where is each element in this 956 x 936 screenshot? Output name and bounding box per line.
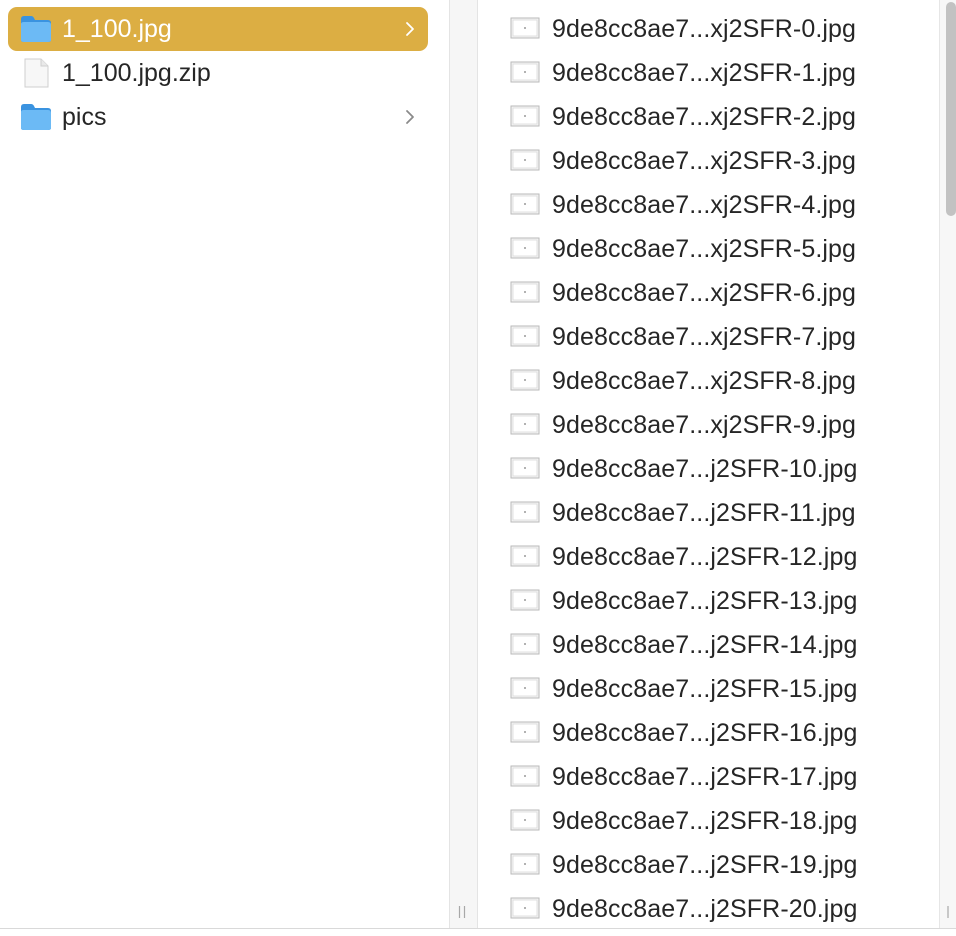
folder-row-pics[interactable]: pics [8,95,428,139]
parent-column: 1_100.jpg 1_100.jpg.zip pics [0,0,450,928]
column-divider [449,0,478,928]
image-file-icon [510,105,540,127]
file-row[interactable]: 9de8cc8ae7...xj2SFR-6.jpg [478,271,940,315]
file-row-1_100-jpg-zip[interactable]: 1_100.jpg.zip [8,51,428,95]
file-row[interactable]: 9de8cc8ae7...j2SFR-15.jpg [478,667,940,711]
folder-label: pics [62,103,107,131]
folder-icon [20,14,52,44]
file-name: 9de8cc8ae7...j2SFR-16.jpg [552,719,858,747]
image-file-icon [510,149,540,171]
file-name: 9de8cc8ae7...xj2SFR-7.jpg [552,323,857,351]
image-file-icon [510,237,540,259]
file-row[interactable]: 9de8cc8ae7...j2SFR-14.jpg [478,623,940,667]
file-row[interactable]: 9de8cc8ae7...j2SFR-20.jpg [478,887,940,928]
file-name: 9de8cc8ae7...xj2SFR-8.jpg [552,367,857,395]
image-file-icon [510,413,540,435]
chevron-right-icon [404,19,416,39]
folder-row-1_100-jpg[interactable]: 1_100.jpg [8,7,428,51]
file-row[interactable]: 9de8cc8ae7...xj2SFR-0.jpg [478,7,940,51]
image-file-icon [510,61,540,83]
file-name: 9de8cc8ae7...xj2SFR-0.jpg [552,15,857,43]
image-file-icon [510,677,540,699]
scrollbar-thumb[interactable] [946,2,956,216]
file-row[interactable]: 9de8cc8ae7...xj2SFR-8.jpg [478,359,940,403]
file-row[interactable]: 9de8cc8ae7...j2SFR-16.jpg [478,711,940,755]
file-name: 9de8cc8ae7...xj2SFR-5.jpg [552,235,857,263]
image-file-icon [510,589,540,611]
file-name: 9de8cc8ae7...j2SFR-18.jpg [552,807,858,835]
column-resize-handle[interactable] [945,905,951,919]
file-row[interactable]: 9de8cc8ae7...j2SFR-12.jpg [478,535,940,579]
file-row[interactable]: 9de8cc8ae7...j2SFR-13.jpg [478,579,940,623]
file-name: 9de8cc8ae7...j2SFR-19.jpg [552,851,858,879]
file-row[interactable]: 9de8cc8ae7...xj2SFR-9.jpg [478,403,940,447]
file-row[interactable]: 9de8cc8ae7...xj2SFR-5.jpg [478,227,940,271]
file-row[interactable]: 9de8cc8ae7...j2SFR-10.jpg [478,447,940,491]
image-file-icon [510,17,540,39]
image-file-icon [510,809,540,831]
image-file-icon [510,545,540,567]
chevron-right-icon [404,107,416,127]
folder-contents-column: 9de8cc8ae7...xj2SFR-0.jpg 9de8cc8ae7...xj… [478,0,940,928]
image-file-icon [510,193,540,215]
image-file-icon [510,765,540,787]
column-browser: 1_100.jpg 1_100.jpg.zip pics 9de8cc8ae7.… [0,0,956,936]
folder-label: 1_100.jpg [62,15,172,43]
document-icon [20,58,52,88]
image-file-icon [510,281,540,303]
file-name: 9de8cc8ae7...j2SFR-13.jpg [552,587,858,615]
file-label: 1_100.jpg.zip [62,59,211,87]
file-name: 9de8cc8ae7...xj2SFR-2.jpg [552,103,857,131]
image-file-icon [510,853,540,875]
file-name: 9de8cc8ae7...j2SFR-10.jpg [552,455,858,483]
image-file-icon [510,501,540,523]
image-file-icon [510,369,540,391]
image-file-icon [510,721,540,743]
file-name: 9de8cc8ae7...j2SFR-17.jpg [552,763,858,791]
file-row[interactable]: 9de8cc8ae7...j2SFR-17.jpg [478,755,940,799]
file-name: 9de8cc8ae7...j2SFR-12.jpg [552,543,858,571]
image-file-icon [510,633,540,655]
file-name: 9de8cc8ae7...xj2SFR-3.jpg [552,147,857,175]
file-name: 9de8cc8ae7...xj2SFR-4.jpg [552,191,857,219]
column-resize-handle[interactable] [457,905,468,919]
file-name: 9de8cc8ae7...xj2SFR-9.jpg [552,411,857,439]
file-row[interactable]: 9de8cc8ae7...xj2SFR-1.jpg [478,51,940,95]
file-name: 9de8cc8ae7...j2SFR-20.jpg [552,895,858,923]
file-row[interactable]: 9de8cc8ae7...j2SFR-18.jpg [478,799,940,843]
file-name: 9de8cc8ae7...j2SFR-11.jpg [552,499,856,527]
file-row[interactable]: 9de8cc8ae7...xj2SFR-4.jpg [478,183,940,227]
file-name: 9de8cc8ae7...xj2SFR-1.jpg [552,59,857,87]
file-name: 9de8cc8ae7...j2SFR-15.jpg [552,675,858,703]
image-file-icon [510,457,540,479]
image-file-icon [510,325,540,347]
file-row[interactable]: 9de8cc8ae7...j2SFR-11.jpg [478,491,940,535]
file-row[interactable]: 9de8cc8ae7...xj2SFR-2.jpg [478,95,940,139]
file-name: 9de8cc8ae7...xj2SFR-6.jpg [552,279,857,307]
file-row[interactable]: 9de8cc8ae7...xj2SFR-7.jpg [478,315,940,359]
file-row[interactable]: 9de8cc8ae7...xj2SFR-3.jpg [478,139,940,183]
image-file-icon [510,897,540,919]
file-row[interactable]: 9de8cc8ae7...j2SFR-19.jpg [478,843,940,887]
file-name: 9de8cc8ae7...j2SFR-14.jpg [552,631,858,659]
window-bottom-edge [0,928,956,936]
folder-icon [20,102,52,132]
